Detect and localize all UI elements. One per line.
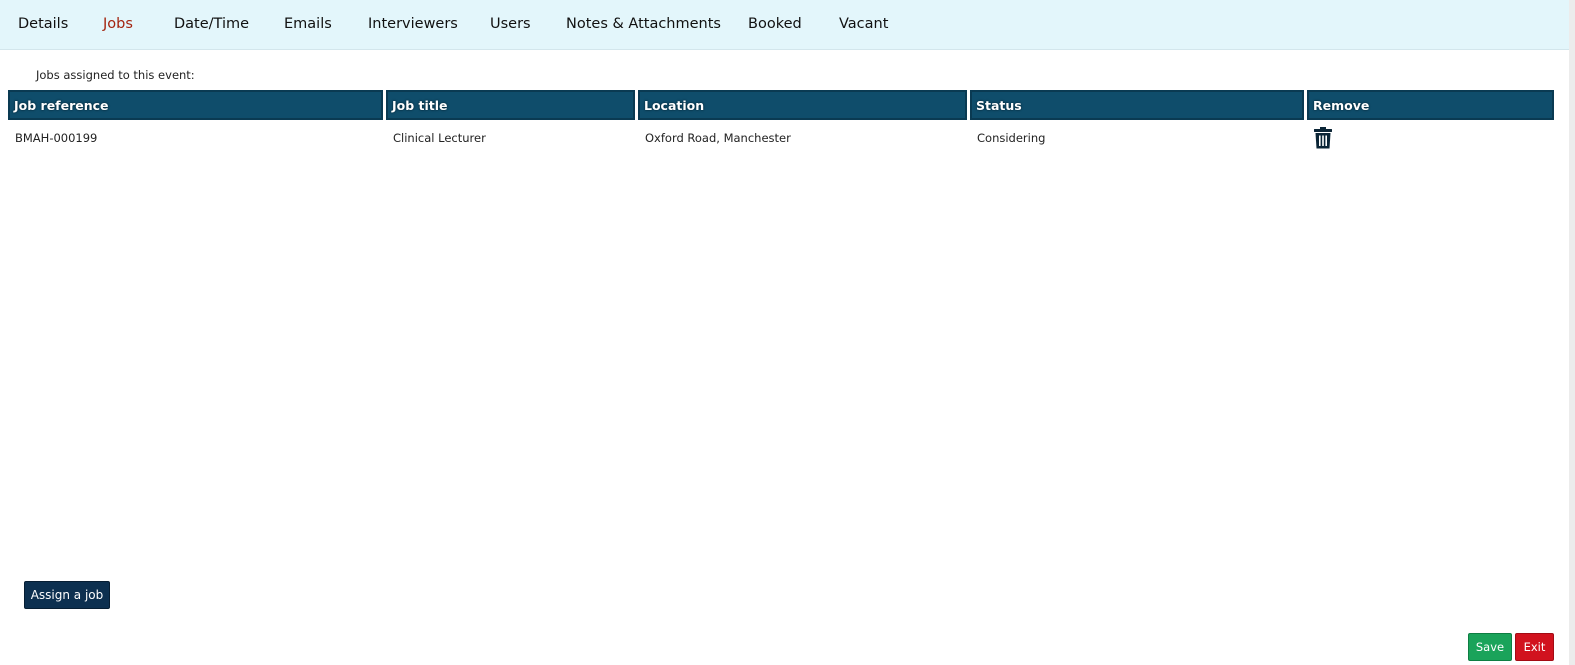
table-row: BMAH-000199 Clinical Lecturer Oxford Roa… bbox=[8, 120, 1554, 156]
status-cell: Considering bbox=[977, 131, 1046, 145]
location-cell: Oxford Road, Manchester bbox=[645, 131, 791, 145]
tab-booked[interactable]: Booked bbox=[748, 16, 802, 32]
tab-details[interactable]: Details bbox=[18, 16, 68, 32]
column-header-job-title[interactable]: Job title bbox=[386, 90, 638, 120]
jobs-table: Job reference Job title Location Status … bbox=[8, 90, 1554, 156]
tab-emails[interactable]: Emails bbox=[284, 16, 332, 32]
tab-notes-attachments[interactable]: Notes & Attachments bbox=[566, 16, 721, 32]
column-header-location[interactable]: Location bbox=[638, 90, 970, 120]
job-title-cell: Clinical Lecturer bbox=[393, 131, 486, 145]
tab-date-time[interactable]: Date/Time bbox=[174, 16, 249, 32]
tab-users[interactable]: Users bbox=[490, 16, 531, 32]
assign-job-button[interactable]: Assign a job bbox=[24, 581, 110, 609]
page: Details Jobs Date/Time Emails Interviewe… bbox=[0, 0, 1575, 665]
trash-icon[interactable] bbox=[1314, 127, 1332, 149]
column-header-status[interactable]: Status bbox=[970, 90, 1307, 120]
job-reference-cell: BMAH-000199 bbox=[15, 131, 98, 145]
jobs-caption: Jobs assigned to this event: bbox=[36, 68, 195, 82]
table-header-row: Job reference Job title Location Status … bbox=[8, 90, 1554, 120]
remove-cell bbox=[1307, 120, 1554, 156]
tab-bar: Details Jobs Date/Time Emails Interviewe… bbox=[0, 0, 1575, 50]
column-header-remove: Remove bbox=[1307, 90, 1554, 120]
tab-vacant[interactable]: Vacant bbox=[839, 16, 888, 32]
column-header-job-reference[interactable]: Job reference bbox=[8, 90, 386, 120]
save-button[interactable]: Save bbox=[1468, 633, 1512, 661]
scrollbar[interactable] bbox=[1569, 0, 1575, 665]
tab-interviewers[interactable]: Interviewers bbox=[368, 16, 458, 32]
exit-button[interactable]: Exit bbox=[1515, 633, 1554, 661]
tab-jobs[interactable]: Jobs bbox=[103, 16, 133, 32]
